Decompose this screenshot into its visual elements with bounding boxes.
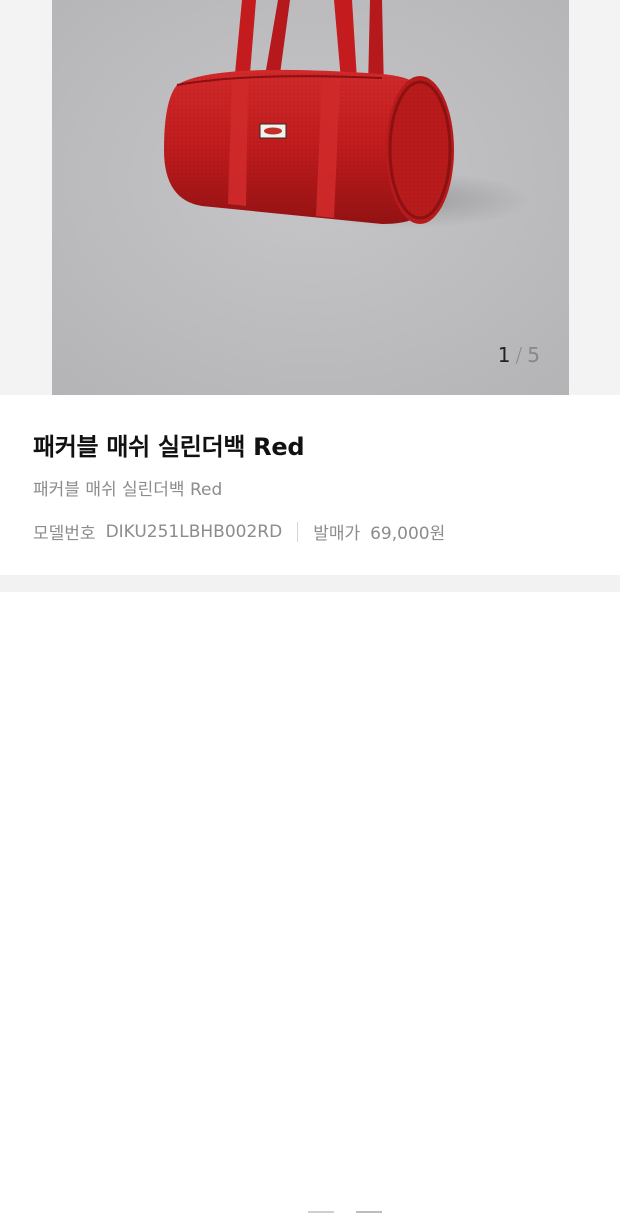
product-photo[interactable]: 1/5 [52, 0, 569, 395]
model-number-value: DIKU251LBHB002RD [105, 521, 283, 542]
image-pager: 1/5 [498, 343, 541, 367]
pager-total: 5 [527, 343, 541, 367]
pager-current: 1 [497, 343, 512, 367]
product-meta: 모델번호 DIKU251LBHB002RD 발매가 69,000원 [33, 519, 445, 544]
section-divider [0, 575, 620, 592]
release-price-label: 발매가 [313, 524, 361, 544]
release-price-value: 69,000원 [370, 524, 446, 544]
pager-separator: / [515, 343, 524, 367]
next-section [0, 592, 620, 1213]
meta-divider [297, 521, 299, 542]
product-image-gallery[interactable]: 1/5 [0, 0, 620, 395]
product-title: 패커블 매쉬 실린더백 Red [33, 433, 305, 461]
model-number-label: 모델번호 [33, 524, 96, 544]
product-info: 패커블 매쉬 실린더백 Red 패커블 매쉬 실린더백 Red 모델번호 DIK… [0, 395, 620, 575]
product-subtitle: 패커블 매쉬 실린더백 Red [33, 480, 223, 500]
cylinder-bag-illustration [52, 0, 569, 395]
